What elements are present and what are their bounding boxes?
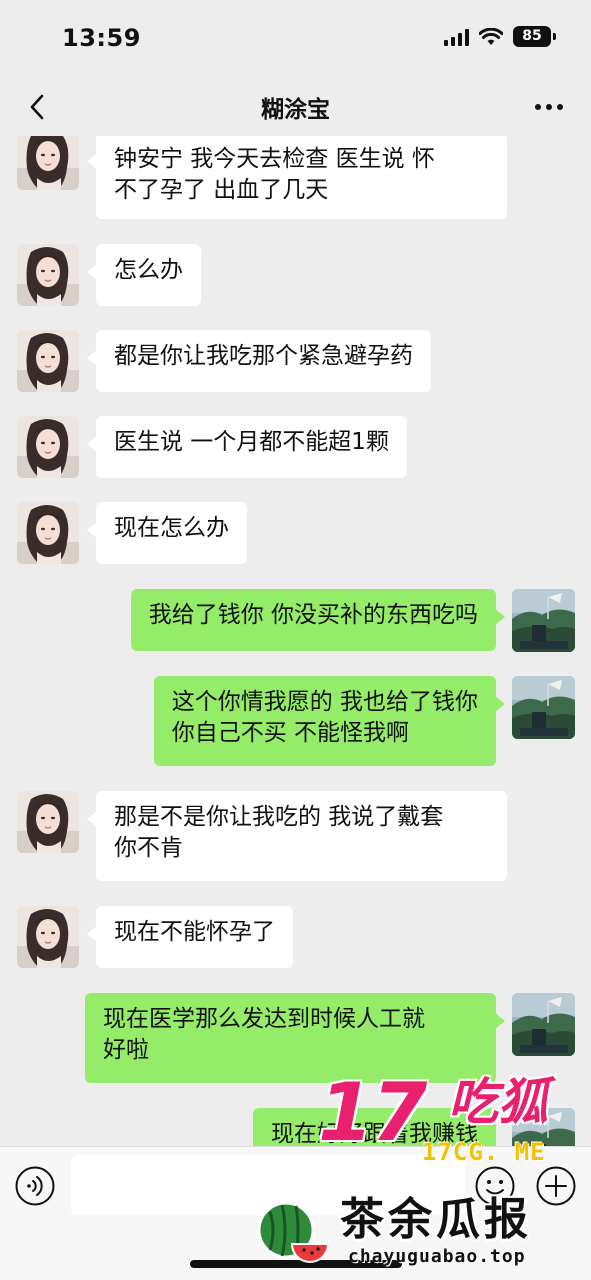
message-bubble-sent[interactable]: 我给了钱你 你没买补的东西吃吗 bbox=[130, 589, 506, 651]
message-bubble-sent[interactable]: 这个你情我愿的 我也给了钱你 你自己不买 不能怪我啊 bbox=[153, 676, 506, 766]
watermark-number: 17 bbox=[318, 1066, 427, 1159]
watermark-url: chayuguabao.top bbox=[348, 1246, 526, 1267]
status-icons: 85 bbox=[444, 26, 556, 47]
message-text: 你自己不买 不能怪我啊 bbox=[171, 720, 409, 746]
message-text: 都是你让我吃那个紧急避孕药 bbox=[114, 343, 413, 369]
message-bubble-received[interactable]: 现在不能怀孕了 bbox=[87, 906, 293, 968]
watermark-url: 17CG. ME bbox=[422, 1138, 546, 1166]
message-text: 现在不能怀孕了 bbox=[114, 919, 275, 945]
my-avatar[interactable] bbox=[512, 993, 575, 1056]
contact-avatar[interactable] bbox=[17, 136, 79, 190]
chat-title: 糊涂宝 bbox=[261, 97, 330, 123]
contact-avatar[interactable] bbox=[17, 791, 79, 853]
watermelon-logo-icon bbox=[257, 1201, 330, 1263]
message-text: 钟安宁 我今天去检查 医生说 怀 bbox=[114, 146, 435, 172]
message-text: 这个你情我愿的 我也给了钱你 bbox=[171, 689, 478, 715]
contact-avatar[interactable] bbox=[17, 502, 79, 564]
status-bar: 13:59 85 bbox=[0, 0, 591, 78]
contact-avatar[interactable] bbox=[17, 416, 79, 478]
watermark-chayuguabao: 茶余瓜报 chayuguabao.top bbox=[252, 1194, 582, 1276]
chat-header: 糊涂宝 bbox=[0, 78, 591, 136]
voice-input-icon[interactable] bbox=[14, 1165, 56, 1207]
my-avatar[interactable] bbox=[512, 676, 575, 739]
wifi-icon bbox=[479, 27, 503, 45]
status-time: 13:59 bbox=[62, 24, 141, 52]
contact-avatar[interactable] bbox=[17, 906, 79, 968]
message-text: 你不肯 bbox=[114, 835, 183, 861]
message-bubble-received[interactable]: 那是不是你让我吃的 我说了戴套 你不肯 bbox=[87, 791, 507, 881]
message-bubble-received[interactable]: 都是你让我吃那个紧急避孕药 bbox=[87, 330, 431, 392]
message-text: 不了孕了 出血了几天 bbox=[114, 177, 329, 203]
message-bubble-received[interactable]: 医生说 一个月都不能超1颗 bbox=[87, 416, 407, 478]
cellular-signal-icon bbox=[444, 28, 469, 46]
message-text: 医生说 一个月都不能超1颗 bbox=[114, 429, 389, 455]
watermark-17cg: 17 吃狐 17CG. ME bbox=[318, 1068, 584, 1168]
my-avatar[interactable] bbox=[512, 589, 575, 652]
message-text: 我给了钱你 你没买补的东西吃吗 bbox=[148, 602, 478, 628]
message-text: 现在医学那么发达到时候人工就 bbox=[103, 1006, 425, 1032]
message-text: 好啦 bbox=[103, 1037, 149, 1063]
more-options-icon[interactable] bbox=[533, 92, 565, 122]
watermark-name: 吃狐 bbox=[448, 1073, 548, 1131]
message-bubble-received[interactable]: 现在怎么办 bbox=[87, 502, 247, 564]
message-bubble-received[interactable]: 怎么办 bbox=[87, 244, 201, 306]
contact-avatar[interactable] bbox=[17, 330, 79, 392]
message-text: 怎么办 bbox=[114, 257, 183, 283]
message-text: 现在怎么办 bbox=[114, 515, 229, 541]
message-bubble-received[interactable]: 钟安宁 我今天去检查 医生说 怀 不了孕了 出血了几天 bbox=[87, 136, 507, 219]
contact-avatar[interactable] bbox=[17, 244, 79, 306]
message-list[interactable]: 钟安宁 我今天去检查 医生说 怀 不了孕了 出血了几天 怎么办 都是你让我吃那个… bbox=[0, 136, 591, 1146]
message-text: 那是不是你让我吃的 我说了戴套 bbox=[114, 804, 444, 830]
watermark-name: 茶余瓜报 bbox=[340, 1194, 532, 1245]
battery-icon: 85 bbox=[513, 26, 556, 47]
